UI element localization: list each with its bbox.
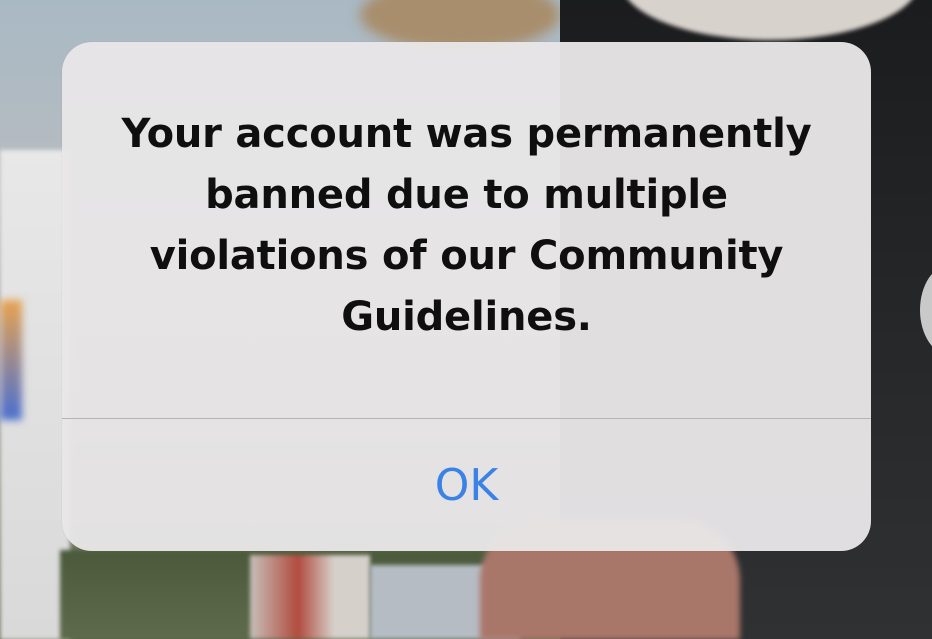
ok-button[interactable]: OK <box>62 419 871 551</box>
background-object <box>0 300 22 420</box>
alert-message: Your account was permanently banned due … <box>121 111 812 340</box>
background-railing <box>250 555 370 639</box>
ok-button-label: OK <box>434 459 499 511</box>
alert-dialog: Your account was permanently banned due … <box>62 42 871 551</box>
